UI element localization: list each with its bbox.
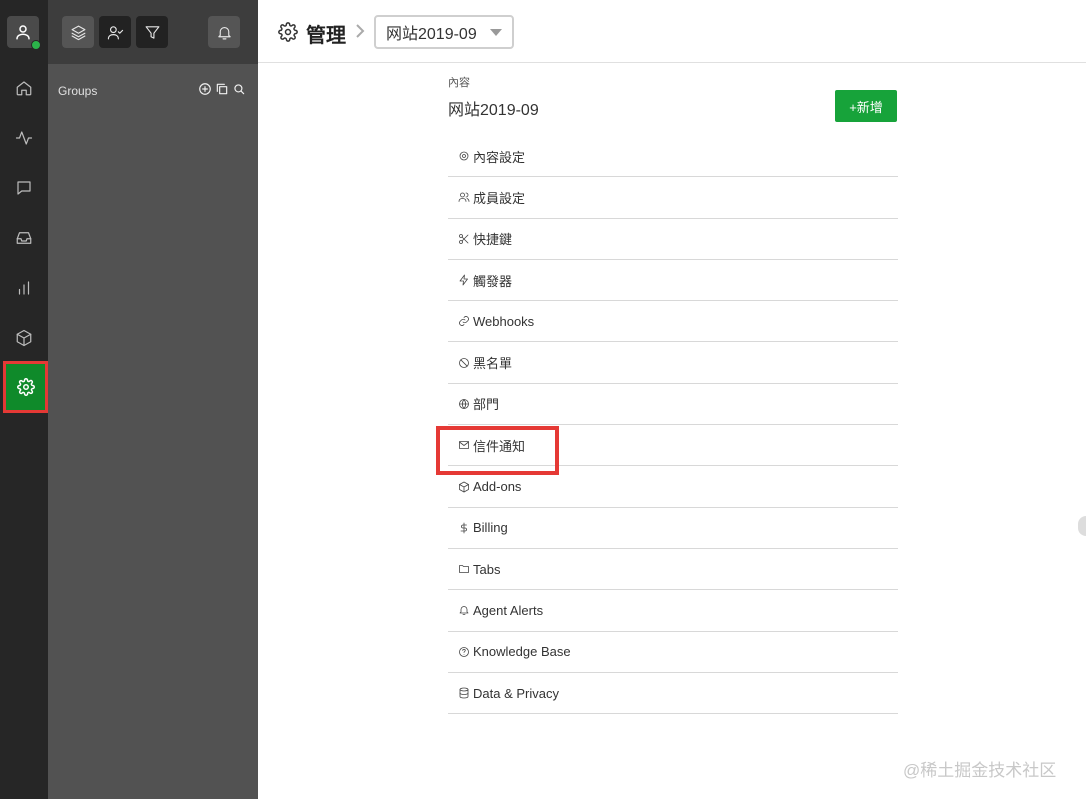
activity-icon: [15, 131, 33, 145]
layers-icon: [71, 25, 85, 40]
chevron-right-icon: [354, 23, 366, 44]
bar-chart-icon: [18, 281, 30, 295]
assigned-user-button[interactable]: [99, 16, 131, 48]
lightning-icon: [459, 274, 468, 286]
bell-icon: [217, 26, 231, 39]
box-icon: [16, 329, 32, 347]
rail-settings[interactable]: [3, 361, 48, 413]
menu-item-data-privacy[interactable]: Data & Privacy: [448, 673, 898, 715]
add-button[interactable]: +新增: [835, 90, 897, 122]
menu-item-blacklist[interactable]: 黑名單: [448, 342, 898, 384]
gear-icon: [16, 378, 35, 396]
groups-actions: [198, 82, 246, 96]
icon-rail: [0, 0, 48, 799]
rail-apps[interactable]: [0, 313, 48, 363]
add-circle-icon[interactable]: [198, 82, 212, 96]
groups-panel: Groups: [48, 0, 258, 799]
settings-gear-icon: [278, 22, 298, 47]
menu-item-label: 內容設定: [473, 149, 526, 165]
menu-item-shortcuts[interactable]: 快捷鍵: [448, 219, 898, 260]
groups-label: Groups: [58, 84, 98, 98]
folder-icon: [459, 565, 469, 574]
watermark: @稀土掘金技术社区: [903, 761, 1057, 780]
panel-toolbar: [48, 0, 258, 64]
home-icon: [16, 81, 32, 96]
menu-item-webhooks[interactable]: Webhooks: [448, 301, 898, 343]
online-status-dot: [31, 40, 41, 50]
section-label: 內容: [448, 77, 470, 89]
scroll-handle[interactable]: [1078, 516, 1086, 536]
section-title: 网站2019-09: [448, 102, 539, 119]
rail-reports[interactable]: [0, 263, 48, 313]
menu-item-agent-alerts[interactable]: Agent Alerts: [448, 590, 898, 632]
rail-home[interactable]: [0, 63, 48, 113]
site-select-value: 网站2019-09: [386, 26, 477, 43]
search-icon[interactable]: [232, 82, 246, 96]
menu-item-triggers[interactable]: 觸發器: [448, 260, 898, 302]
globe-icon: [459, 399, 469, 409]
page-header: 管理 网站2019-09: [258, 0, 1086, 63]
user-avatar[interactable]: [7, 16, 41, 50]
rail-activity[interactable]: [0, 113, 48, 163]
bell-icon: [459, 606, 469, 616]
menu-item-email-notifications[interactable]: 信件通知: [436, 425, 898, 476]
site-select[interactable]: 网站2019-09: [374, 15, 514, 49]
settings-menu: 內容設定 成員設定 快捷鍵 觸發器 Webhooks 黑名單 部門 信件通知 A…: [436, 136, 898, 715]
gear-icon: [459, 151, 469, 161]
menu-item-label: Billing: [473, 520, 508, 536]
menu-item-billing[interactable]: Billing: [448, 508, 898, 549]
layers-button[interactable]: [62, 16, 94, 48]
copy-icon[interactable]: [215, 82, 229, 96]
page-title: 管理: [306, 25, 346, 47]
menu-item-tabs[interactable]: Tabs: [448, 549, 898, 591]
menu-item-label: Webhooks: [473, 313, 535, 329]
menu-item-label: 成員設定: [473, 190, 526, 206]
menu-item-label: 快捷鍵: [473, 232, 513, 248]
menu-item-label: Tabs: [473, 561, 501, 577]
menu-item-label: Data & Privacy: [473, 685, 559, 701]
mail-icon: [459, 441, 469, 450]
rail-inbox[interactable]: [0, 213, 48, 263]
menu-item-label: Agent Alerts: [473, 602, 544, 618]
rail-chat[interactable]: [0, 163, 48, 213]
scissors-icon: [459, 233, 469, 244]
menu-item-label: Add-ons: [473, 479, 522, 495]
main-area: 管理 网站2019-09 內容 网站2019-09 +新增 內容設定 成員設定 …: [258, 0, 1086, 799]
menu-item-label: 信件通知: [473, 438, 526, 454]
question-icon: [459, 646, 469, 657]
ban-icon: [459, 357, 469, 368]
chevron-down-icon: [490, 29, 502, 36]
inbox-icon: [16, 232, 32, 244]
notifications-button[interactable]: [208, 16, 240, 48]
users-icon: [458, 193, 470, 203]
menu-item-label: Knowledge Base: [473, 644, 571, 660]
filter-icon: [145, 25, 159, 39]
menu-item-content-settings[interactable]: 內容設定: [448, 136, 898, 178]
menu-item-knowledge-base[interactable]: Knowledge Base: [448, 632, 898, 673]
box-icon: [459, 481, 469, 492]
settings-content: 內容 网站2019-09 +新增 內容設定 成員設定 快捷鍵 觸發器 Webho…: [436, 74, 898, 715]
dollar-icon: [460, 522, 467, 534]
menu-item-add-ons[interactable]: Add-ons: [448, 466, 898, 508]
menu-item-label: 部門: [473, 397, 500, 413]
filter-button[interactable]: [136, 16, 168, 48]
link-icon: [459, 316, 469, 327]
user-check-icon: [107, 25, 123, 39]
menu-item-label: 觸發器: [473, 273, 513, 289]
chat-icon: [17, 181, 31, 195]
database-icon: [459, 687, 469, 699]
menu-item-member-settings[interactable]: 成員設定: [448, 177, 898, 219]
user-icon: [16, 25, 30, 40]
menu-item-label: 黑名單: [473, 356, 513, 372]
menu-item-departments[interactable]: 部門: [448, 384, 898, 426]
